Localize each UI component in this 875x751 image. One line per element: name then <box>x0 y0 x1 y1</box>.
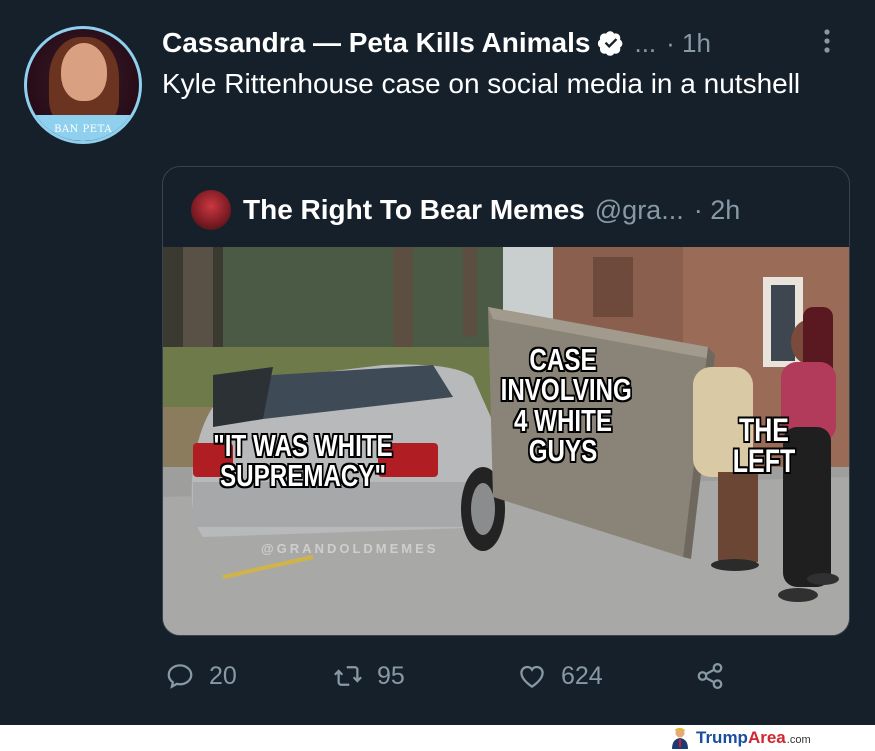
share-icon <box>697 663 723 689</box>
like-icon <box>520 665 544 688</box>
reply-icon <box>167 664 193 689</box>
trump-figure-icon <box>672 727 688 749</box>
site-brand-trump: Trump <box>696 728 748 747</box>
tweet-actions: 20 95 624 <box>165 656 765 696</box>
like-count: 624 <box>561 661 603 690</box>
tweet-header: Cassandra — Peta Kills Animals ... · 1h <box>162 25 711 61</box>
verified-badge-icon <box>598 31 623 56</box>
reply-count: 20 <box>209 661 237 690</box>
site-watermark: Trump Area .com <box>670 727 811 749</box>
meme-image[interactable]: CASE INVOLVING 4 WHITE GUYS "IT WAS WHIT… <box>163 247 849 635</box>
quoted-tweet[interactable]: The Right To Bear Memes @gra... · 2h CAS… <box>162 166 850 636</box>
quoted-header: The Right To Bear Memes @gra... · 2h <box>191 187 740 233</box>
reply-button[interactable]: 20 <box>165 656 237 696</box>
tweet-text: Kyle Rittenhouse case on social media in… <box>162 68 801 99</box>
tweet-card[interactable]: BAN PETA Cassandra — Peta Kills Animals … <box>0 0 875 725</box>
author-name[interactable]: Cassandra — Peta Kills Animals <box>162 27 590 59</box>
author-avatar[interactable]: BAN PETA <box>24 26 142 144</box>
avatar-face <box>61 43 107 101</box>
tweet-time[interactable]: · 1h <box>666 28 711 59</box>
ellipsis: ... <box>634 27 657 58</box>
meme-caption-car: "IT WAS WHITE SUPREMACY" <box>213 428 393 494</box>
quoted-handle: @gra... <box>594 194 684 225</box>
retweet-icon <box>334 666 362 686</box>
share-button[interactable] <box>695 656 725 696</box>
meme-caption-mattress: CASE INVOLVING 4 WHITE GUYS <box>500 342 632 469</box>
site-brand-area: Area <box>747 728 786 747</box>
more-icon[interactable] <box>820 28 834 54</box>
quoted-author-name[interactable]: The Right To Bear Memes <box>243 194 585 226</box>
retweet-button[interactable]: 95 <box>333 656 405 696</box>
avatar-badge-text: BAN PETA <box>54 124 112 135</box>
quoted-avatar[interactable] <box>191 190 231 230</box>
site-brand-tld: .com <box>786 734 811 746</box>
like-button[interactable]: 624 <box>517 656 603 696</box>
meme-watermark: @GRANDOLDMEMES <box>261 541 439 556</box>
quoted-time: · 2h <box>693 194 741 225</box>
meme-caption-person: THE LEFT <box>732 412 796 480</box>
retweet-count: 95 <box>377 661 405 690</box>
